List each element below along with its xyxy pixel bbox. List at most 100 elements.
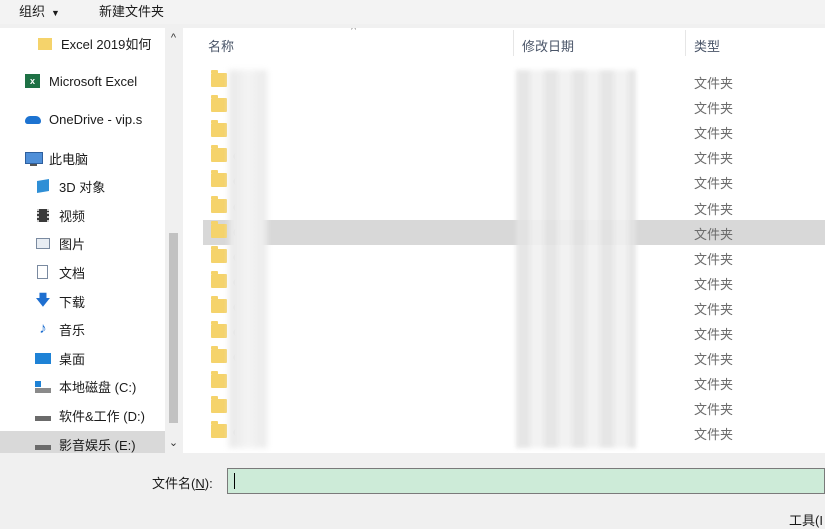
folder-icon — [211, 170, 227, 188]
nav-item-microsoft-excel[interactable]: x Microsoft Excel — [0, 68, 165, 94]
column-divider[interactable] — [685, 30, 686, 56]
file-type: 文件夹 — [694, 327, 734, 342]
folder-icon — [211, 120, 227, 138]
nav-item-label: 软件&工作 (D:) — [59, 408, 145, 424]
nav-item-this-pc[interactable]: 此电脑 — [0, 145, 165, 171]
file-type: 文件夹 — [694, 126, 734, 142]
nav-item-local-disk-c[interactable]: 本地磁盘 (C:) — [0, 373, 165, 399]
video-icon — [34, 207, 52, 223]
file-row[interactable]: 文件夹 — [203, 370, 825, 395]
excel-icon: x — [24, 73, 42, 89]
nav-item-onedrive[interactable]: OneDrive - vip.s — [0, 106, 165, 132]
dialog-footer: 文件名(N): 工具(I — [0, 453, 825, 528]
3d-objects-icon — [34, 178, 52, 194]
file-type: 文件夹 — [694, 276, 734, 292]
column-divider[interactable] — [513, 30, 514, 56]
drive-icon — [34, 407, 52, 423]
folder-icon — [211, 95, 227, 113]
file-type: 文件夹 — [694, 301, 734, 317]
file-row[interactable]: c文件夹 — [203, 144, 825, 169]
tools-button[interactable]: 工具(I — [789, 510, 823, 529]
nav-item-label: 此电脑 — [49, 151, 89, 167]
caret-down-icon: ▼ — [51, 8, 60, 18]
music-icon: ♪ — [39, 320, 47, 337]
navigation-pane: Excel 2019如何 x Microsoft Excel OneDrive … — [0, 28, 165, 453]
file-type: 文件夹 — [694, 427, 734, 443]
pictures-icon — [34, 235, 52, 251]
sort-ascending-icon: ^ — [351, 28, 357, 36]
download-icon: 🡇 — [35, 292, 51, 309]
scroll-down-icon[interactable]: ⌄ — [165, 436, 182, 449]
file-row[interactable]: c文件夹 — [203, 195, 825, 220]
folder-icon — [211, 145, 227, 163]
nav-item-label: 视频 — [59, 208, 86, 224]
file-row[interactable]: 文件夹 — [203, 94, 825, 119]
redacted-names — [229, 70, 267, 448]
nav-item-3d-objects[interactable]: 3D 对象 — [0, 173, 165, 199]
nav-item-label: 图片 — [59, 236, 86, 252]
file-row[interactable]: c文件夹 — [203, 320, 825, 345]
folder-icon — [211, 396, 227, 414]
nav-item-drive-e[interactable]: 影音娱乐 (E:) — [0, 431, 165, 453]
file-row[interactable]: 文件夹 — [203, 395, 825, 420]
column-header-name[interactable]: 名称 — [208, 36, 234, 55]
nav-item-label: 下载 — [59, 294, 86, 310]
organize-label: 组织 — [19, 4, 46, 19]
folder-icon — [211, 245, 227, 263]
nav-item-label: OneDrive - vip.s — [49, 111, 143, 127]
file-type: 文件夹 — [694, 226, 734, 242]
file-row[interactable]: c文件夹 — [203, 219, 825, 245]
scrollbar-thumb[interactable] — [169, 233, 178, 423]
file-type: 文件夹 — [694, 76, 734, 91]
file-type: 文件夹 — [694, 201, 734, 217]
nav-item-documents[interactable]: 文档 — [0, 259, 165, 285]
nav-item-music[interactable]: ♪ 音乐 — [0, 316, 165, 342]
documents-icon — [34, 264, 52, 280]
file-row[interactable]: cl文件夹 — [203, 270, 825, 295]
nav-item-label: 文档 — [59, 265, 86, 281]
local-disk-icon — [34, 378, 52, 394]
filename-label: 文件名(N): — [152, 476, 213, 491]
redacted-dates — [516, 70, 636, 448]
column-header-modified[interactable]: 修改日期 — [522, 36, 574, 55]
file-type: 文件夹 — [694, 402, 734, 418]
nav-item-label: 桌面 — [59, 351, 86, 367]
file-row[interactable]: c文件夹 — [203, 295, 825, 320]
nav-item-downloads[interactable]: 🡇 下载 — [0, 288, 165, 314]
file-type: 文件夹 — [694, 377, 734, 393]
file-row[interactable]: c文件夹 — [203, 169, 825, 194]
folder-icon — [211, 220, 227, 238]
folder-icon — [211, 346, 227, 364]
file-row[interactable]: c.文件夹 — [203, 245, 825, 270]
file-row[interactable]: 文件夹 — [203, 69, 825, 94]
file-row[interactable]: c.文件夹 — [203, 420, 825, 445]
organize-button[interactable]: 组织 ▼ — [19, 1, 60, 20]
command-bar: 组织 ▼ 新建文件夹 — [0, 0, 825, 24]
navigation-scrollbar[interactable]: ^ ⌄ — [165, 28, 182, 453]
nav-item-label: 本地磁盘 (C:) — [59, 379, 137, 395]
nav-item-drive-d[interactable]: 软件&工作 (D:) — [0, 402, 165, 428]
file-type: 文件夹 — [694, 352, 734, 368]
column-header-type[interactable]: 类型 — [694, 36, 720, 55]
nav-item-excel-folder[interactable]: Excel 2019如何 — [0, 30, 165, 56]
folder-icon — [211, 321, 227, 338]
file-type: 文件夹 — [694, 176, 734, 192]
nav-item-desktop[interactable]: 桌面 — [0, 345, 165, 371]
folder-icon — [211, 371, 227, 389]
file-row[interactable]: 文件夹 — [203, 119, 825, 144]
nav-item-videos[interactable]: 视频 — [0, 202, 165, 228]
filename-input[interactable] — [227, 468, 825, 494]
onedrive-cloud-icon — [24, 111, 42, 127]
file-type: 文件夹 — [694, 251, 734, 267]
nav-item-pictures[interactable]: 图片 — [0, 230, 165, 256]
folder-icon — [211, 195, 227, 213]
file-row[interactable]: c文件夹 — [203, 345, 825, 370]
file-type: 文件夹 — [694, 151, 734, 167]
scroll-up-icon[interactable]: ^ — [165, 32, 182, 44]
folder-icon — [211, 270, 227, 288]
folder-icon — [211, 70, 227, 87]
folder-icon — [36, 35, 54, 51]
nav-item-label: 音乐 — [59, 322, 86, 338]
folder-icon — [211, 421, 227, 439]
new-folder-button[interactable]: 新建文件夹 — [99, 1, 164, 20]
